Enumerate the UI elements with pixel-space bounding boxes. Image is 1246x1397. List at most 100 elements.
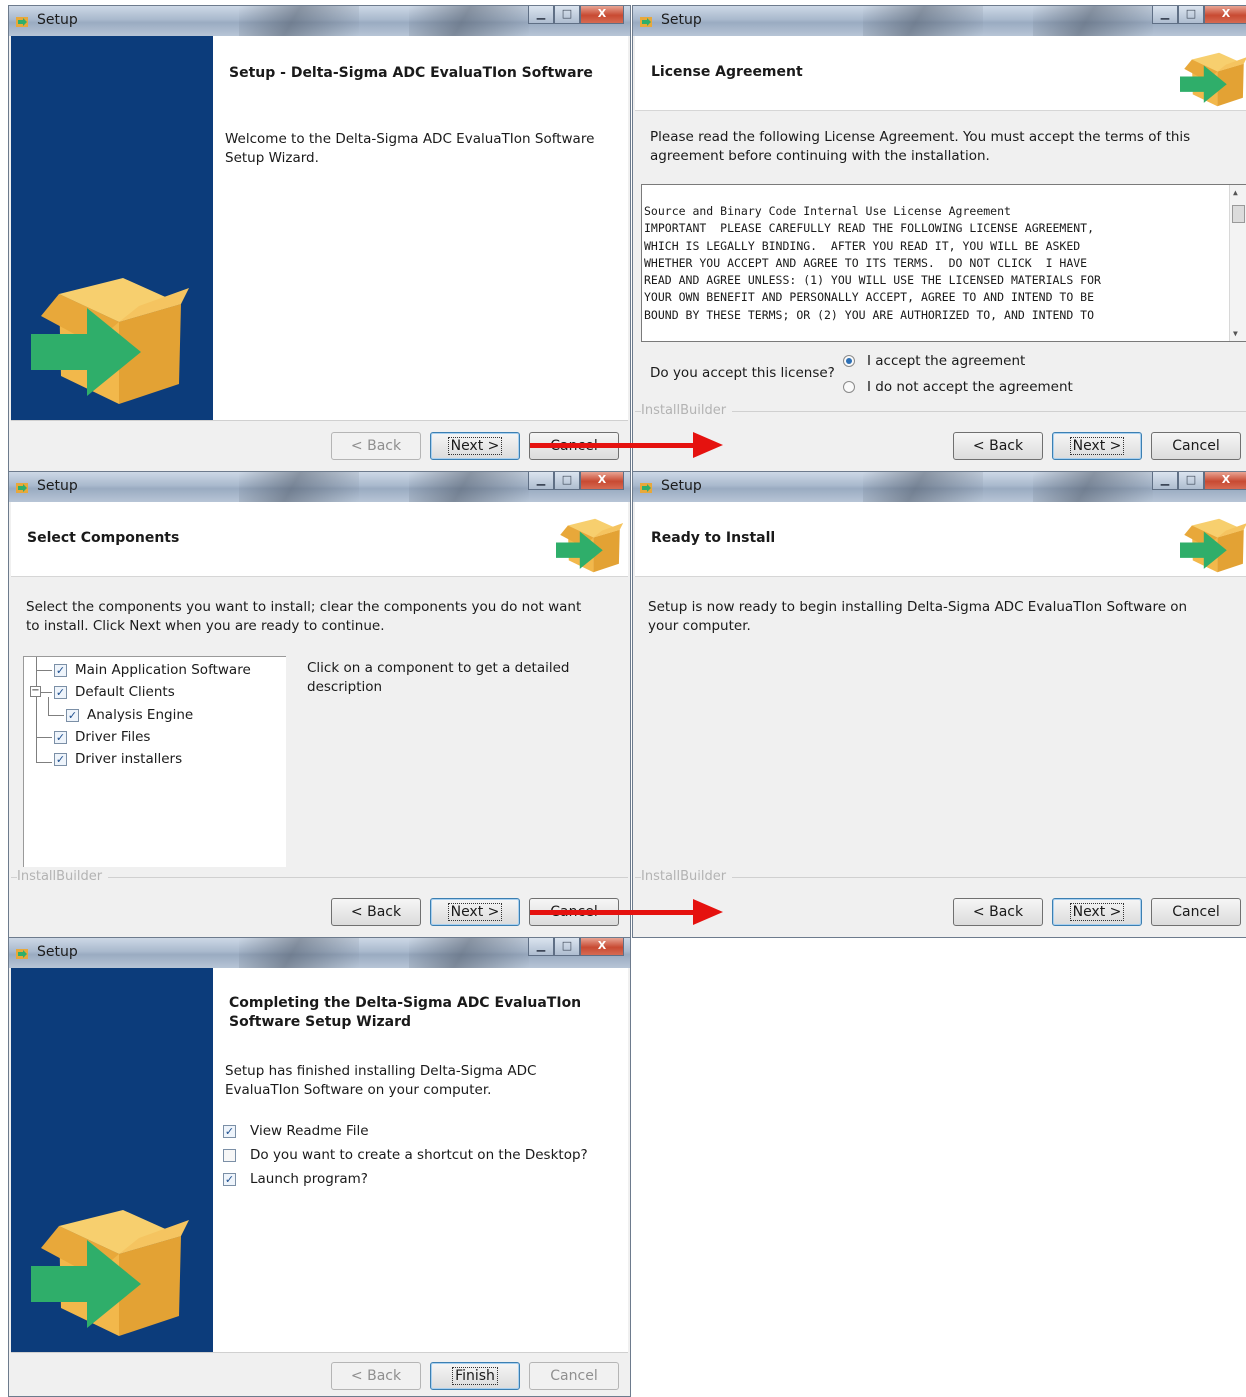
launch-checkbox[interactable]: ✓ Launch program? bbox=[223, 1171, 368, 1187]
component-item[interactable]: ✓ Driver Files bbox=[54, 729, 150, 745]
option-label: View Readme File bbox=[250, 1123, 369, 1139]
finish-button-label: Finish bbox=[452, 1367, 498, 1385]
scroll-up-arrow-icon[interactable]: ▲ bbox=[1233, 188, 1238, 197]
wizard-sidebar bbox=[11, 968, 213, 1352]
minimize-button[interactable]: ▁ bbox=[528, 938, 554, 956]
license-line: READ AND AGREE UNLESS: (1) YOU WILL USE … bbox=[644, 273, 1101, 288]
welcome-text: Welcome to the Delta-Sigma ADC EvaluaTIo… bbox=[225, 131, 595, 166]
collapse-toggle-icon[interactable]: − bbox=[30, 686, 41, 697]
window-title: Setup bbox=[37, 944, 78, 960]
page-title: License Agreement bbox=[651, 64, 803, 80]
installer-box-icon bbox=[1180, 40, 1246, 108]
component-item[interactable]: ✓ Main Application Software bbox=[54, 662, 251, 678]
minimize-button[interactable]: ▁ bbox=[528, 472, 554, 490]
minimize-button[interactable]: ▁ bbox=[1152, 472, 1178, 490]
license-scrollbar[interactable]: ▲ ▼ bbox=[1229, 185, 1246, 341]
installer-box-icon bbox=[31, 1180, 191, 1340]
license-text: Source and Binary Code Internal Use Lice… bbox=[642, 185, 1246, 324]
cancel-button[interactable]: Cancel bbox=[1151, 432, 1241, 460]
title-bar-decoration bbox=[409, 472, 529, 502]
minimize-button[interactable]: ▁ bbox=[528, 6, 554, 24]
title-bar-decoration bbox=[409, 938, 529, 968]
component-description: Click on a component to get a detailed d… bbox=[307, 660, 570, 695]
minimize-button[interactable]: ▁ bbox=[1152, 6, 1178, 24]
brand-label: InstallBuilder bbox=[641, 869, 733, 884]
decline-label: I do not accept the agreement bbox=[867, 379, 1073, 395]
maximize-button[interactable]: □ bbox=[554, 6, 580, 24]
page-title: Setup - Delta-Sigma ADC EvaluaTIon Softw… bbox=[229, 65, 593, 81]
close-button[interactable]: X bbox=[580, 938, 624, 956]
next-button-label: Next > bbox=[447, 903, 503, 921]
installer-box-icon bbox=[1180, 506, 1246, 574]
setup-window-complete: Setup ▁ □ X Completing the Delta-Sigma A… bbox=[8, 937, 631, 1397]
license-line: BOUND BY THESE TERMS; OR (2) YOU ARE AUT… bbox=[644, 307, 1095, 322]
maximize-button[interactable]: □ bbox=[554, 472, 580, 490]
checkbox-checked-icon: ✓ bbox=[66, 708, 79, 722]
shortcut-checkbox[interactable]: ✓ Do you want to create a shortcut on the… bbox=[223, 1147, 588, 1163]
finish-button[interactable]: Finish bbox=[430, 1362, 520, 1390]
close-button[interactable]: X bbox=[580, 472, 624, 490]
next-button[interactable]: Next > bbox=[1052, 898, 1142, 926]
components-tree[interactable]: − ✓ Main Application Software ✓ Default Cl… bbox=[23, 656, 286, 867]
readme-checkbox[interactable]: ✓ View Readme File bbox=[223, 1123, 369, 1139]
accept-label: I accept the agreement bbox=[867, 353, 1026, 369]
next-button[interactable]: Next > bbox=[430, 432, 520, 460]
maximize-button[interactable]: □ bbox=[554, 938, 580, 956]
component-item[interactable]: ✓ Driver installers bbox=[54, 751, 182, 767]
flow-arrow-head-icon bbox=[693, 432, 723, 458]
title-bar[interactable]: Setup ▁ □ X bbox=[9, 938, 630, 968]
window-title: Setup bbox=[37, 478, 78, 494]
tree-line bbox=[36, 737, 52, 738]
back-button[interactable]: < Back bbox=[331, 432, 421, 460]
next-button[interactable]: Next > bbox=[1052, 432, 1142, 460]
setup-app-icon bbox=[16, 483, 28, 493]
close-button[interactable]: X bbox=[580, 6, 624, 24]
title-bar[interactable]: Setup ▁ □ X bbox=[633, 6, 1246, 36]
back-button[interactable]: < Back bbox=[953, 898, 1043, 926]
brand-label: InstallBuilder bbox=[641, 403, 733, 418]
component-item[interactable]: ✓ Default Clients bbox=[54, 684, 175, 700]
page-title: Select Components bbox=[27, 530, 180, 546]
flow-arrow-head-icon bbox=[693, 899, 723, 925]
title-bar-decoration bbox=[1033, 472, 1153, 502]
accept-radio[interactable]: I accept the agreement bbox=[843, 353, 1025, 369]
license-line: Source and Binary Code Internal Use Lice… bbox=[644, 204, 1011, 218]
installer-box-icon bbox=[556, 506, 624, 574]
cancel-button[interactable]: Cancel bbox=[529, 1362, 619, 1390]
setup-app-icon bbox=[16, 17, 28, 27]
maximize-button[interactable]: □ bbox=[1178, 472, 1204, 490]
footer-divider bbox=[11, 420, 628, 421]
scroll-down-arrow-icon[interactable]: ▼ bbox=[1233, 329, 1238, 338]
next-button-label: Next > bbox=[447, 437, 503, 455]
page-header: License Agreement bbox=[635, 36, 1246, 111]
back-button[interactable]: < Back bbox=[331, 898, 421, 926]
close-button[interactable]: X bbox=[1204, 472, 1246, 490]
title-bar-decoration bbox=[239, 938, 359, 968]
license-line: WHICH IS LEGALLY BINDING. AFTER YOU READ… bbox=[644, 238, 1081, 253]
component-label: Default Clients bbox=[75, 684, 175, 700]
scroll-thumb[interactable] bbox=[1232, 205, 1245, 223]
component-item[interactable]: ✓ Analysis Engine bbox=[66, 707, 193, 723]
page-header: Ready to Install bbox=[635, 502, 1246, 577]
title-bar[interactable]: Setup ▁ □ X bbox=[9, 472, 630, 502]
title-bar[interactable]: Setup ▁ □ X bbox=[633, 472, 1246, 502]
maximize-button[interactable]: □ bbox=[1178, 6, 1204, 24]
next-button-label: Next > bbox=[1069, 903, 1125, 921]
component-label: Main Application Software bbox=[75, 662, 251, 678]
checkbox-checked-icon: ✓ bbox=[223, 1172, 236, 1186]
tree-line bbox=[48, 697, 49, 715]
option-label: Launch program? bbox=[250, 1171, 368, 1187]
cancel-button[interactable]: Cancel bbox=[1151, 898, 1241, 926]
component-label: Analysis Engine bbox=[87, 707, 194, 723]
next-button[interactable]: Next > bbox=[430, 898, 520, 926]
title-bar-decoration bbox=[1033, 6, 1153, 36]
title-bar[interactable]: Setup ▁ □ X bbox=[9, 6, 630, 36]
back-button[interactable]: < Back bbox=[331, 1362, 421, 1390]
decline-radio[interactable]: I do not accept the agreement bbox=[843, 379, 1073, 395]
ready-text: Setup is now ready to begin installing D… bbox=[648, 599, 1188, 634]
close-button[interactable]: X bbox=[1204, 6, 1246, 24]
window-title: Setup bbox=[661, 478, 702, 494]
title-bar-decoration bbox=[863, 472, 983, 502]
back-button[interactable]: < Back bbox=[953, 432, 1043, 460]
license-text-area[interactable]: Source and Binary Code Internal Use Lice… bbox=[641, 184, 1246, 342]
